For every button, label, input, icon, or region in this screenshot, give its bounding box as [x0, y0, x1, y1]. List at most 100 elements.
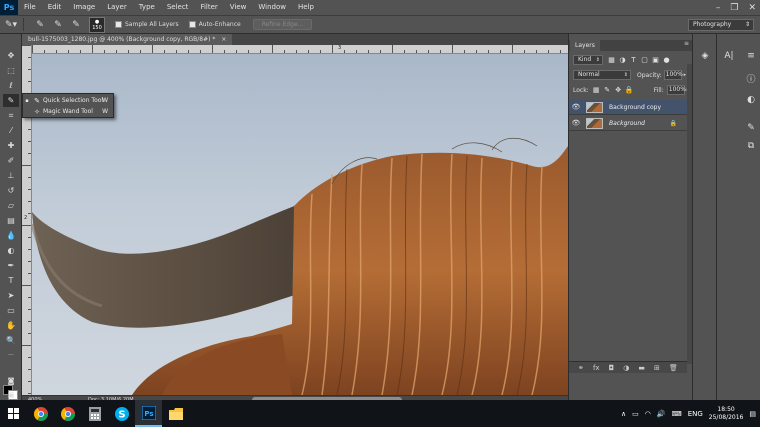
flyout-item-magic-wand[interactable]: ✧ Magic Wand Tool W — [23, 106, 113, 117]
clone-source-panel-icon[interactable]: ⧉ — [743, 138, 759, 154]
crop-tool-icon[interactable]: ⌗ — [3, 109, 19, 122]
zoom-tool-icon[interactable]: 🔍 — [3, 334, 19, 347]
document-tab[interactable]: bull-1575003_1280.jpg @ 400% (Background… — [22, 34, 233, 45]
calculator-taskbar-button[interactable] — [81, 400, 108, 427]
menu-help[interactable]: Help — [292, 0, 320, 15]
refine-edge-button[interactable]: Refine Edge... — [252, 19, 313, 30]
adjustment-layer-icon[interactable]: ◑ — [623, 364, 629, 372]
new-selection-icon[interactable]: ✎ — [33, 18, 47, 32]
pixel-filter-icon[interactable]: ▦ — [607, 56, 616, 65]
close-tab-icon[interactable]: × — [221, 36, 226, 43]
new-group-icon[interactable]: ▬ — [638, 364, 645, 372]
eyedropper-tool-icon[interactable]: ⁄ — [3, 124, 19, 137]
quick-selection-tool-icon[interactable]: ✎ — [3, 94, 19, 107]
history-brush-tool-icon[interactable]: ↺ — [3, 184, 19, 197]
wifi-icon[interactable]: ◠ — [645, 410, 651, 418]
lock-all-icon[interactable]: 🔒 — [625, 86, 634, 95]
menu-window[interactable]: Window — [252, 0, 292, 15]
shape-filter-icon[interactable]: ▢ — [640, 56, 649, 65]
layer-row[interactable]: 👁 Background copy — [569, 100, 687, 115]
brush-size-picker[interactable]: ● 150 — [89, 16, 105, 33]
menu-file[interactable]: File — [18, 0, 42, 15]
skype-taskbar-button[interactable]: S — [108, 400, 135, 427]
layer-style-icon[interactable]: fx — [593, 364, 600, 372]
type-filter-icon[interactable]: T — [629, 56, 638, 65]
sample-all-layers-checkbox[interactable] — [115, 21, 122, 28]
move-tool-icon[interactable]: ✥ — [3, 49, 19, 62]
menu-layer[interactable]: Layer — [101, 0, 133, 15]
more-tools-icon[interactable]: ··· — [3, 349, 19, 362]
lasso-tool-icon[interactable]: ℓ — [3, 79, 19, 92]
add-mask-icon[interactable]: ◘ — [609, 364, 615, 372]
info-panel-icon[interactable]: ⓘ — [743, 70, 759, 86]
eraser-tool-icon[interactable]: ▱ — [3, 199, 19, 212]
new-layer-icon[interactable]: ⊞ — [654, 364, 660, 372]
kind-filter-select[interactable]: Kind ⇕ — [573, 55, 603, 65]
workspace-select[interactable]: Photography ⇕ — [688, 19, 754, 31]
menu-filter[interactable]: Filter — [194, 0, 223, 15]
gradient-tool-icon[interactable]: ▤ — [3, 214, 19, 227]
blend-mode-select[interactable]: Normal ⇕ — [573, 70, 631, 80]
tool-preset-picker-icon[interactable]: ✎▾ — [4, 18, 18, 32]
pen-tool-icon[interactable]: ✒ — [3, 259, 19, 272]
ruler-tick — [488, 50, 489, 53]
clone-stamp-tool-icon[interactable]: ⊥ — [3, 169, 19, 182]
language-indicator[interactable]: ENG — [688, 410, 703, 418]
keyboard-icon[interactable]: ⌨ — [672, 410, 682, 418]
chrome-taskbar-button-2[interactable] — [54, 400, 81, 427]
lock-transparency-icon[interactable]: ▦ — [592, 86, 601, 95]
clock[interactable]: 18:50 25/08/2016 — [709, 406, 744, 422]
fill-input[interactable]: 100% — [666, 85, 686, 95]
menu-type[interactable]: Type — [133, 0, 161, 15]
opacity-arrow-icon[interactable]: ▸ — [684, 72, 687, 78]
minimize-button[interactable]: – — [716, 3, 721, 13]
brush-tool-icon[interactable]: ✐ — [3, 154, 19, 167]
photoshop-taskbar-button[interactable]: Ps — [135, 400, 162, 427]
layers-tab[interactable]: Layers — [570, 40, 600, 51]
menu-image[interactable]: Image — [67, 0, 101, 15]
layers-panel-icon[interactable]: ◈ — [697, 48, 713, 64]
flyout-item-quick-selection[interactable]: ▪ ✎ Quick Selection Tool W — [23, 95, 113, 106]
menu-select[interactable]: Select — [161, 0, 195, 15]
opacity-input[interactable]: 100% — [663, 70, 683, 80]
menu-edit[interactable]: Edit — [42, 0, 68, 15]
dock-menu-icon[interactable]: ≡ — [743, 48, 759, 64]
volume-icon[interactable]: 🔊 — [657, 410, 666, 418]
character-panel-icon[interactable]: A| — [721, 48, 737, 64]
adjustments-panel-icon[interactable]: ◐ — [743, 92, 759, 108]
blur-tool-icon[interactable]: 💧 — [3, 229, 19, 242]
path-selection-tool-icon[interactable]: ➤ — [3, 289, 19, 302]
visibility-eye-icon[interactable]: 👁 — [569, 103, 583, 111]
brush-panel-icon[interactable]: ✎ — [743, 120, 759, 136]
lock-pixels-icon[interactable]: ✎ — [603, 86, 612, 95]
filter-toggle-icon[interactable]: ● — [662, 56, 671, 65]
close-window-button[interactable]: ✕ — [748, 3, 756, 13]
hand-tool-icon[interactable]: ✋ — [3, 319, 19, 332]
panel-menu-icon[interactable]: ≡ — [684, 40, 689, 47]
healing-brush-tool-icon[interactable]: ✚ — [3, 139, 19, 152]
dodge-tool-icon[interactable]: ◐ — [3, 244, 19, 257]
adjustment-filter-icon[interactable]: ◑ — [618, 56, 627, 65]
marquee-tool-icon[interactable]: ⬚ — [3, 64, 19, 77]
add-to-selection-icon[interactable]: ✎ — [51, 18, 65, 32]
subtract-from-selection-icon[interactable]: ✎ — [69, 18, 83, 32]
lock-position-icon[interactable]: ✥ — [614, 86, 623, 95]
delete-layer-icon[interactable]: 🗑 — [669, 364, 678, 372]
start-button[interactable] — [0, 400, 27, 427]
shape-tool-icon[interactable]: ▭ — [3, 304, 19, 317]
network-icon[interactable]: ▭ — [632, 410, 639, 418]
layer-row[interactable]: 👁 Background 🔒 — [569, 116, 687, 131]
quick-mask-icon[interactable]: ◙ — [3, 374, 19, 387]
smart-object-filter-icon[interactable]: ▣ — [651, 56, 660, 65]
file-explorer-taskbar-button[interactable] — [162, 400, 189, 427]
layer-name: Background — [609, 119, 645, 127]
chevron-up-icon[interactable]: ∧ — [621, 410, 626, 418]
notifications-icon[interactable]: ▤ — [749, 410, 756, 418]
restore-button[interactable]: ❐ — [730, 3, 738, 13]
visibility-eye-icon[interactable]: 👁 — [569, 119, 583, 127]
link-layers-icon[interactable]: ⚭ — [578, 364, 584, 372]
auto-enhance-checkbox[interactable] — [188, 21, 196, 28]
type-tool-icon[interactable]: T — [3, 274, 19, 287]
chrome-taskbar-button[interactable] — [27, 400, 54, 427]
menu-view[interactable]: View — [224, 0, 253, 15]
